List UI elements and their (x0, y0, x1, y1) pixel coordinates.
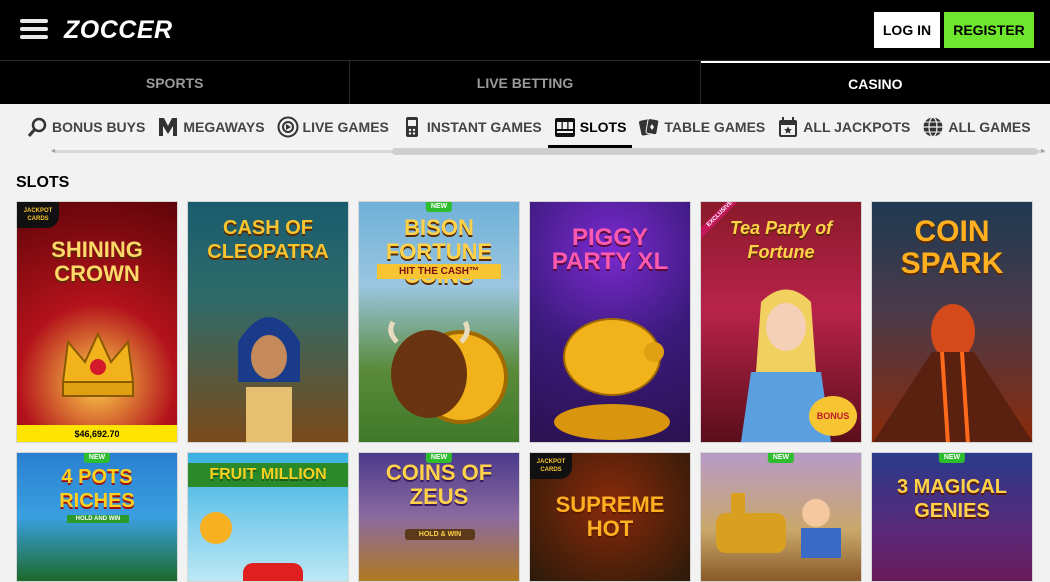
game-title: SUPREME HOT (555, 492, 665, 541)
jackpot-cards-badge: JACKPOT CARDS (530, 453, 572, 479)
game-tile-tea-party-of-fortune[interactable]: EXCLUSIVE Tea Party of Fortune BONUS (700, 201, 862, 443)
category-slots[interactable]: SLOTS (547, 106, 633, 148)
category-megaways[interactable]: MEGAWAYS (151, 107, 270, 147)
category-bonus-buys[interactable]: BONUS BUYS (20, 107, 151, 147)
jackpot-cards-badge: JACKPOT CARDS (17, 202, 59, 228)
category-all-jackpots[interactable]: ALL JACKPOTS (771, 107, 916, 147)
category-label: TABLE GAMES (664, 119, 766, 135)
game-title: Tea Party of Fortune (729, 218, 833, 262)
category-live-games[interactable]: LIVE GAMES (271, 107, 395, 147)
volcano-icon (873, 304, 1032, 442)
cards-icon (638, 116, 660, 138)
fruit-icon (200, 512, 303, 581)
section-title: SLOTS (16, 174, 70, 191)
game-title: COIN SPARK (900, 215, 1004, 280)
game-title: COINS OF ZEUS (385, 460, 493, 509)
cleopatra-figure-icon (238, 317, 300, 442)
game-tile-coins-of-zeus[interactable]: NEW COINS OF ZEUS HOLD & WIN (358, 452, 520, 582)
site-logo[interactable]: ZOCCER (64, 16, 173, 45)
game-tile-supreme-hot[interactable]: JACKPOT CARDS SUPREME HOT (529, 452, 691, 582)
game-title: 4 POTS RICHES (59, 466, 135, 512)
crown-icon (61, 331, 135, 397)
globe-icon (922, 116, 944, 138)
scroll-right-icon[interactable]: ▸ (1041, 146, 1045, 155)
new-badge: NEW (938, 453, 966, 463)
category-label: ALL JACKPOTS (803, 119, 911, 135)
train-icon (716, 493, 841, 558)
category-table-games[interactable]: TABLE GAMES (632, 107, 771, 147)
game-tile-gold-train[interactable]: NEW (700, 452, 862, 582)
game-title: 3 MAGICAL GENIES (897, 476, 1007, 522)
category-bar: BONUS BUYS MEGAWAYS LIVE GAMES INSTANT G… (0, 104, 1050, 150)
category-label: MEGAWAYS (183, 119, 265, 135)
category-label: LIVE GAMES (302, 119, 389, 135)
game-tile-shining-crown[interactable]: JACKPOT CARDS SHINING CROWN $46,692.70 (16, 201, 178, 443)
top-header: ZOCCER LOG IN REGISTER (0, 0, 1050, 60)
game-subtitle: HIT THE CASH™ (377, 264, 501, 279)
new-badge: NEW (83, 453, 111, 463)
new-badge: NEW (425, 453, 453, 463)
register-button[interactable]: REGISTER (944, 12, 1034, 48)
game-subtitle: HOLD AND WIN (67, 515, 129, 523)
scroll-left-icon[interactable]: ◂ (51, 146, 55, 155)
game-tile-piggy-party-xl[interactable]: PIGGY PARTY XL (529, 201, 691, 443)
new-badge: NEW (767, 453, 795, 463)
game-title: FRUIT MILLION (188, 463, 348, 487)
game-subtitle: HOLD & WIN (405, 529, 475, 540)
game-title: CASH OF CLEOPATRA (207, 217, 329, 263)
calendar-icon (777, 116, 799, 138)
live-games-icon (277, 116, 299, 138)
category-scrollbar[interactable] (392, 148, 1038, 155)
login-button[interactable]: LOG IN (874, 12, 940, 48)
category-label: SLOTS (579, 119, 627, 135)
game-tile-3-magical-genies[interactable]: NEW 3 MAGICAL GENIES (871, 452, 1033, 582)
category-label: ALL GAMES (948, 119, 1031, 135)
tab-casino[interactable]: CASINO (700, 61, 1050, 104)
game-tile-coin-spark[interactable]: COIN SPARK (871, 201, 1033, 443)
tab-sports[interactable]: SPORTS (0, 61, 351, 104)
magnifier-icon (26, 116, 48, 138)
menu-icon[interactable] (20, 19, 48, 41)
new-badge: NEW (425, 202, 453, 212)
instant-games-icon (401, 116, 423, 138)
game-tile-cash-of-cleopatra[interactable]: CASH OF CLEOPATRA (187, 201, 349, 443)
category-label: BONUS BUYS (52, 119, 146, 135)
main-tabs: SPORTS LIVE BETTING CASINO (0, 60, 1050, 104)
category-label: INSTANT GAMES (426, 119, 542, 135)
tab-live-betting[interactable]: LIVE BETTING (350, 61, 701, 104)
slot-machine-icon (554, 116, 576, 138)
jackpot-amount: $46,692.70 (17, 425, 177, 442)
bonus-badge: BONUS (809, 396, 857, 436)
category-instant-games[interactable]: INSTANT GAMES (395, 107, 548, 147)
category-all-games[interactable]: ALL GAMES (916, 107, 1036, 147)
piggy-bank-icon (554, 318, 670, 440)
game-tile-fruit-million[interactable]: FRUIT MILLION (187, 452, 349, 582)
megaways-icon (157, 116, 179, 138)
game-title: PIGGY PARTY XL (551, 224, 669, 275)
game-tile-bison-fortune-coins[interactable]: NEW BISON FORTUNE COINS HIT THE CASH™ (358, 201, 520, 443)
bison-icon (388, 320, 508, 424)
game-title: SHINING CROWN (51, 237, 143, 286)
game-tile-4-pots-riches[interactable]: NEW 4 POTS RICHES HOLD AND WIN (16, 452, 178, 582)
